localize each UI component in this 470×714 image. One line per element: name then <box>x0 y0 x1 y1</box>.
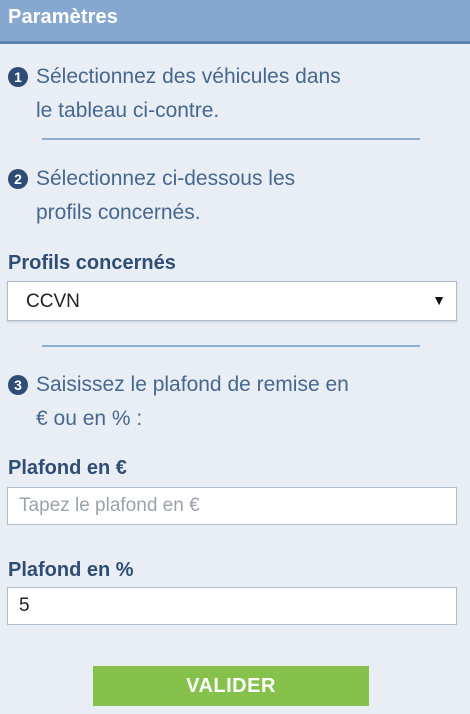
plafond-euro-input[interactable] <box>7 487 457 525</box>
step-1-text: Sélectionnez des véhicules dans le table… <box>36 60 446 128</box>
profils-selected-value: CCVN <box>26 291 80 312</box>
step-3-text: Saisissez le plafond de remise en € ou e… <box>36 368 446 436</box>
profils-label: Profils concernés <box>8 252 176 274</box>
divider-1 <box>42 138 420 140</box>
step-1-line-2: le tableau ci-contre. <box>36 99 220 122</box>
step-3-line-2: € ou en % : <box>36 407 143 430</box>
valider-button[interactable]: VALIDER <box>93 666 369 706</box>
step-3-number-icon: 3 <box>8 375 28 395</box>
plafond-pct-label: Plafond en % <box>8 559 134 581</box>
step-2-line-1: Sélectionnez ci-dessous les <box>36 167 296 190</box>
panel-title: Paramètres <box>8 6 118 28</box>
profils-select[interactable]: CCVN ▼ <box>7 281 457 321</box>
step-2-line-2: profils concernés. <box>36 201 201 224</box>
step-1-line-1: Sélectionnez des véhicules dans <box>36 65 341 88</box>
plafond-euro-label: Plafond en € <box>8 457 127 479</box>
plafond-pct-input[interactable] <box>7 587 457 625</box>
divider-2 <box>42 345 420 347</box>
step-2-number-icon: 2 <box>8 169 28 189</box>
caret-down-icon: ▼ <box>432 292 446 308</box>
step-2-text: Sélectionnez ci-dessous les profils conc… <box>36 162 446 230</box>
panel-header: Paramètres <box>0 0 470 44</box>
step-3-line-1: Saisissez le plafond de remise en <box>36 373 349 396</box>
step-1-number-icon: 1 <box>8 67 28 87</box>
